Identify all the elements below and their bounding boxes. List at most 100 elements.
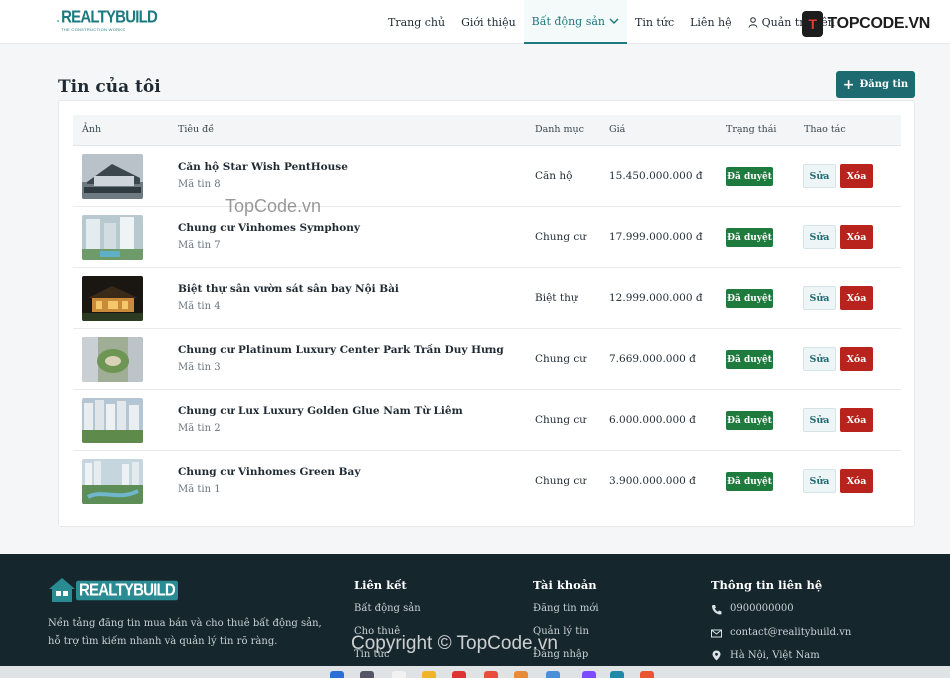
page-title: Tin của tôi (58, 77, 161, 97)
listing-title[interactable]: Căn hộ Star Wish PentHouse (178, 161, 348, 173)
col-image: Ảnh (82, 124, 102, 135)
listing-title[interactable]: Chung cư Vinhomes Symphony (178, 222, 360, 234)
edit-button[interactable]: Sửa (803, 286, 836, 310)
listing-thumbnail[interactable] (82, 337, 143, 382)
listing-price: 6.000.000.000 đ (609, 414, 696, 426)
table-row: Chung cư Vinhomes Green Bay Mã tin 1 Chu… (73, 451, 901, 512)
col-actions: Thao tác (804, 124, 846, 135)
listing-thumbnail[interactable] (82, 215, 143, 260)
email-icon (711, 629, 722, 638)
house-logo-icon (49, 578, 75, 602)
listings-table: Ảnh Tiêu đề Danh mục Giá Trạng thái Thao… (58, 100, 915, 527)
listing-category: Chung cư (535, 353, 587, 365)
plus-icon: + (842, 76, 855, 93)
table-row: Chung cư Vinhomes Symphony Mã tin 7 Chun… (73, 207, 901, 268)
listing-price: 15.450.000.000 đ (609, 170, 703, 182)
edit-button[interactable]: Sửa (803, 347, 836, 371)
listing-code: Mã tin 3 (178, 362, 221, 373)
nav-about[interactable]: Giới thiệu (453, 0, 524, 44)
folder-icon[interactable] (422, 671, 436, 678)
contact-address: Hà Nội, Việt Nam (730, 650, 820, 661)
app-icon[interactable] (546, 671, 560, 678)
main-nav: Trang chủ Giới thiệu Bất động sản Tin tứ… (380, 0, 843, 44)
contact-email[interactable]: contact@realitybuild.vn (730, 627, 851, 638)
delete-button[interactable]: Xóa (840, 408, 873, 432)
listing-code: Mã tin 2 (178, 423, 221, 434)
col-price: Giá (609, 124, 626, 135)
col-category: Danh mục (535, 124, 584, 135)
delete-button[interactable]: Xóa (840, 347, 873, 371)
status-badge: Đã duyệt (726, 472, 773, 491)
user-icon (748, 16, 758, 28)
footer-description: hỗ trợ tìm kiếm nhanh và quản lý tin rõ … (48, 636, 278, 647)
nav-home[interactable]: Trang chủ (380, 0, 453, 44)
brand-tagline: THE CONSTRUCTION WORKS (61, 27, 126, 32)
footer-link-real-estate[interactable]: Bất động sản (354, 603, 421, 614)
delete-button[interactable]: Xóa (840, 469, 873, 493)
nav-real-estate[interactable]: Bất động sản (523, 0, 627, 44)
listing-thumbnail[interactable] (82, 276, 143, 321)
os-taskbar (0, 666, 950, 678)
house-logo-icon (57, 20, 60, 22)
contact-phone: 0900000000 (730, 603, 794, 614)
edit-button[interactable]: Sửa (803, 469, 836, 493)
col-status: Trạng thái (726, 124, 777, 135)
table-row: Biệt thự sân vườn sát sân bay Nội Bài Mã… (73, 268, 901, 329)
listing-category: Chung cư (535, 414, 587, 426)
listing-code: Mã tin 4 (178, 301, 221, 312)
search-icon[interactable] (360, 671, 374, 678)
app-icon[interactable] (640, 671, 654, 678)
app-icon[interactable] (610, 671, 624, 678)
listing-category: Căn hộ (535, 170, 573, 182)
delete-button[interactable]: Xóa (840, 164, 873, 188)
phone-icon (712, 605, 722, 615)
start-icon[interactable] (330, 671, 344, 678)
browser-icon[interactable] (484, 671, 498, 678)
footer: REALTYBUILD Nền tảng đăng tin mua bán và… (0, 554, 950, 678)
listing-code: Mã tin 8 (178, 179, 221, 190)
topcode-watermark: T TOPCODE.VN (802, 10, 930, 38)
topcode-logo-icon: T (802, 11, 824, 37)
task-view-icon[interactable] (392, 671, 406, 678)
footer-contact-title: Thông tin liên hệ (711, 578, 823, 592)
listing-title[interactable]: Chung cư Lux Luxury Golden Glue Nam Từ L… (178, 405, 463, 417)
footer-account-title: Tài khoản (533, 578, 597, 592)
listing-thumbnail[interactable] (82, 154, 143, 199)
listing-category: Chung cư (535, 231, 587, 243)
footer-brand-name: REALTYBUILD (76, 580, 178, 600)
status-badge: Đã duyệt (726, 167, 773, 186)
footer-link-new-post[interactable]: Đăng tin mới (533, 603, 599, 614)
app-icon[interactable] (514, 671, 528, 678)
listing-thumbnail[interactable] (82, 459, 143, 504)
edit-button[interactable]: Sửa (803, 408, 836, 432)
new-post-label: Đăng tin (859, 79, 909, 90)
listing-thumbnail[interactable] (82, 398, 143, 443)
brand-logo[interactable]: REALTYBUILD THE CONSTRUCTION WORKS (57, 6, 158, 36)
nav-real-estate-label: Bất động sản (531, 14, 605, 28)
nav-contact[interactable]: Liên hệ (682, 0, 740, 44)
nav-news[interactable]: Tin tức (627, 0, 682, 44)
table-row: Chung cư Lux Luxury Golden Glue Nam Từ L… (73, 390, 901, 451)
status-badge: Đã duyệt (726, 350, 773, 369)
topcode-watermark-mid: TopCode.vn (225, 196, 322, 216)
status-badge: Đã duyệt (726, 228, 773, 247)
location-pin-icon (712, 650, 721, 661)
listing-category: Biệt thự (535, 292, 578, 304)
app-icon[interactable] (452, 671, 466, 678)
app-icon[interactable] (582, 671, 596, 678)
new-post-button[interactable]: + Đăng tin (836, 71, 915, 98)
table-row: Chung cư Platinum Luxury Center Park Trầ… (73, 329, 901, 390)
delete-button[interactable]: Xóa (840, 286, 873, 310)
navbar: REALTYBUILD THE CONSTRUCTION WORKS Trang… (0, 0, 950, 44)
listing-code: Mã tin 7 (178, 240, 221, 251)
listing-title[interactable]: Chung cư Vinhomes Green Bay (178, 466, 360, 478)
delete-button[interactable]: Xóa (840, 225, 873, 249)
edit-button[interactable]: Sửa (803, 225, 836, 249)
footer-brand-logo[interactable]: REALTYBUILD (48, 576, 178, 604)
listing-title[interactable]: Biệt thự sân vườn sát sân bay Nội Bài (178, 283, 399, 295)
edit-button[interactable]: Sửa (803, 164, 836, 188)
topcode-watermark-text: TOPCODE.VN (827, 15, 930, 32)
listing-title[interactable]: Chung cư Platinum Luxury Center Park Trầ… (178, 344, 504, 356)
listing-price: 7.669.000.000 đ (609, 353, 696, 365)
listing-price: 12.999.000.000 đ (609, 292, 703, 304)
